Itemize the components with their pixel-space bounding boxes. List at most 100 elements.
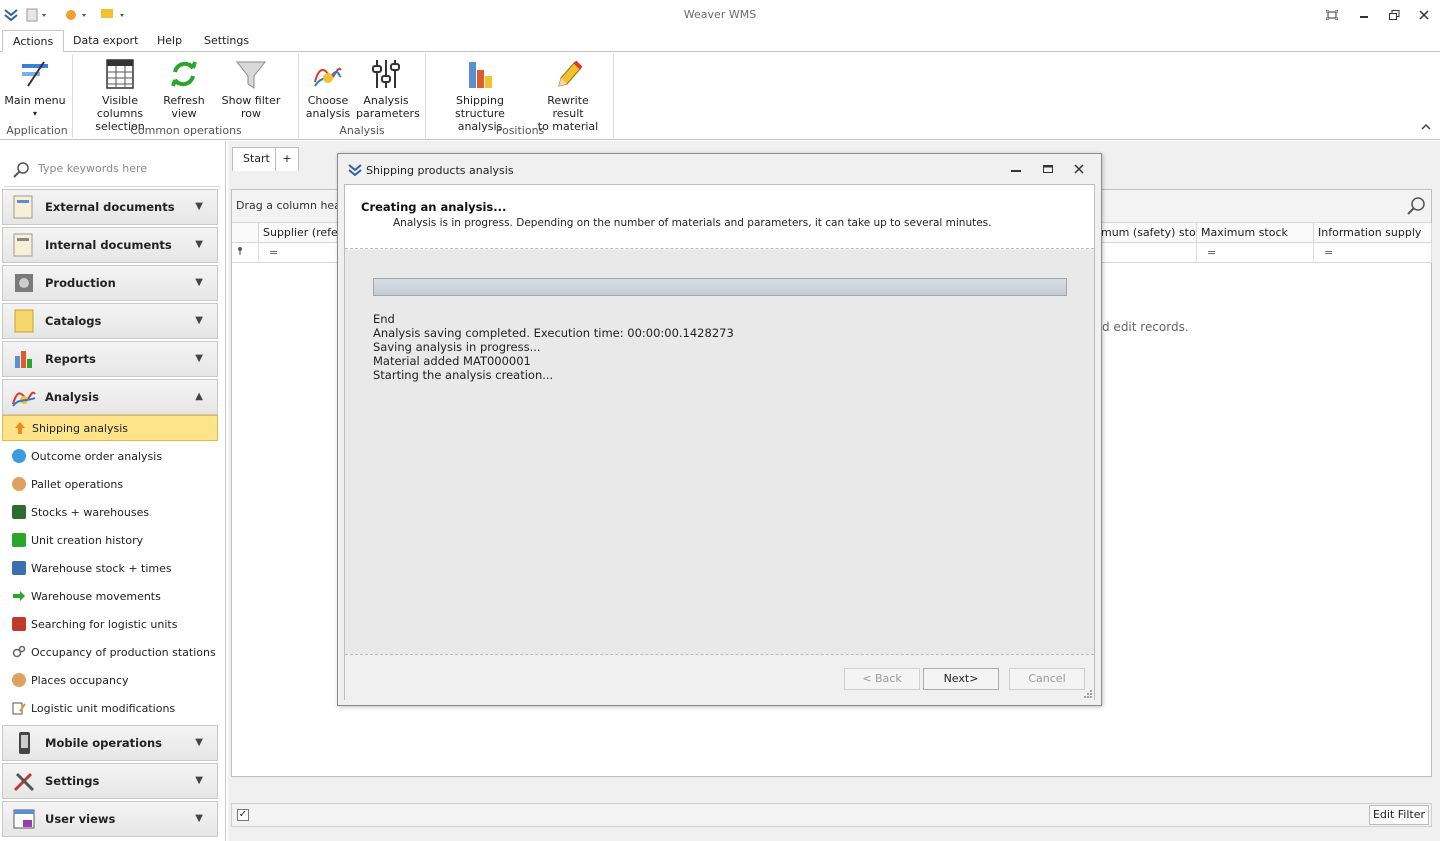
nav-item-pallet-operations[interactable]: Pallet operations — [2, 471, 218, 497]
chevron-down-icon: ▼ — [195, 813, 203, 824]
window-title: Weaver WMS — [683, 8, 757, 21]
nav-group-settings[interactable]: Settings ▼ — [2, 763, 218, 799]
edit-document-icon — [12, 701, 26, 715]
nav-item-shipping-analysis[interactable]: Shipping analysis — [2, 415, 218, 441]
filter-bar: ✓ Edit Filter — [231, 803, 1432, 827]
fullscreen-icon[interactable] — [1322, 6, 1342, 24]
nav-item-logistic-unit-modifications[interactable]: Logistic unit modifications — [2, 695, 218, 721]
choose-analysis-button[interactable]: Choose analysis — [304, 56, 352, 120]
truck-icon — [12, 505, 26, 519]
chevron-down-icon: ▼ — [195, 315, 203, 326]
progress-bar — [373, 278, 1067, 296]
chevron-up-icon: ▲ — [195, 391, 203, 402]
nav-search[interactable]: Type keywords here — [4, 147, 220, 187]
add-tab-button[interactable]: + — [275, 147, 299, 171]
arrow-right-icon — [12, 589, 26, 603]
analysis-parameters-button[interactable]: Analysis parameters — [356, 56, 420, 120]
wizard-heading: Creating an analysis... — [361, 200, 507, 214]
nav-item-occupancy-production-stations[interactable]: Occupancy of production stations — [2, 639, 218, 665]
nav-group-catalogs[interactable]: Catalogs ▼ — [2, 303, 218, 339]
history-icon — [12, 533, 26, 547]
edit-filter-button[interactable]: Edit Filter — [1368, 805, 1429, 825]
tab-data-export[interactable]: Data export — [63, 30, 148, 52]
refresh-icon — [167, 56, 201, 92]
nav-group-mobile-operations[interactable]: Mobile operations ▼ — [2, 725, 218, 761]
tab-start[interactable]: Start — [232, 147, 281, 171]
nav-item-warehouse-movements[interactable]: Warehouse movements — [2, 583, 218, 609]
resize-grip-icon[interactable] — [1083, 689, 1093, 699]
shipping-structure-analysis-button[interactable]: Shipping structure analysis — [434, 56, 526, 133]
group-label-common-operations: Common operations — [130, 124, 242, 137]
nav-item-unit-creation-history[interactable]: Unit creation history — [2, 527, 218, 553]
close-icon[interactable] — [1414, 6, 1434, 24]
chevron-down-icon: ▼ — [195, 277, 203, 288]
gauge-icon — [12, 449, 26, 463]
arrow-up-icon — [13, 421, 27, 435]
back-button[interactable]: < Back — [844, 668, 920, 690]
minimize-icon[interactable] — [1354, 6, 1374, 24]
nav-group-user-views[interactable]: User views ▼ — [2, 801, 218, 837]
minimize-icon[interactable] — [1010, 164, 1022, 177]
sliders-icon — [369, 56, 403, 92]
filter-cell-information-supply[interactable]: = — [1314, 243, 1432, 263]
tab-help[interactable]: Help — [147, 30, 192, 52]
search-icon — [13, 162, 29, 178]
search-icon[interactable] — [1406, 196, 1426, 216]
nav-item-warehouse-stock-times[interactable]: Warehouse stock + times — [2, 555, 218, 581]
app-logo-icon — [348, 164, 362, 177]
visible-columns-button[interactable]: Visible columns selection — [82, 56, 158, 133]
maximize-icon[interactable] — [1042, 164, 1054, 177]
ribbon: Main menu ▾ Visible columns selection Re… — [0, 52, 1440, 140]
cancel-button[interactable]: Cancel — [1009, 668, 1085, 690]
group-separator — [298, 54, 299, 138]
column-header-information-supply[interactable]: Information supply — [1314, 223, 1432, 243]
rewrite-result-button[interactable]: Rewrite result to material — [530, 56, 606, 133]
nav-item-outcome-order-analysis[interactable]: Outcome order analysis — [2, 443, 218, 469]
nav-group-reports[interactable]: Reports ▼ — [2, 341, 218, 377]
documents-icon — [11, 232, 37, 258]
columns-table-icon — [103, 56, 137, 92]
mobile-icon — [11, 730, 37, 756]
restore-icon[interactable] — [1384, 6, 1404, 24]
nav-group-external-documents[interactable]: External documents ▼ — [2, 189, 218, 225]
pencil-icon — [551, 56, 585, 92]
wizard-body: End Analysis saving completed. Execution… — [345, 250, 1094, 654]
filter-cell-minimum-stock[interactable] — [1097, 243, 1197, 263]
tab-settings[interactable]: Settings — [194, 30, 259, 52]
filter-cell-supplier[interactable]: = — [259, 243, 341, 263]
nav-item-places-occupancy[interactable]: Places occupancy — [2, 667, 218, 693]
log-line: Saving analysis in progress... — [373, 340, 541, 354]
pallet-icon — [12, 477, 26, 491]
shipping-analysis-dialog: Shipping products analysis Creating an a… — [337, 153, 1102, 706]
main-menu-button[interactable]: Main menu ▾ — [4, 56, 66, 120]
column-header-supplier[interactable]: Supplier (refere — [259, 223, 341, 243]
bar-chart-icon — [463, 56, 497, 92]
nav-item-searching-logistic-units[interactable]: Searching for logistic units — [2, 611, 218, 637]
next-button[interactable]: Next> — [923, 668, 999, 690]
places-icon — [12, 673, 26, 687]
wizard-description: Analysis is in progress. Depending on th… — [393, 217, 992, 229]
collapse-ribbon-icon[interactable] — [1420, 122, 1432, 135]
wizard-header: Creating an analysis... Analysis is in p… — [345, 185, 1094, 249]
refresh-view-button[interactable]: Refresh view — [162, 56, 206, 120]
title-bar: Weaver WMS — [0, 0, 1440, 30]
filter-enabled-checkbox[interactable]: ✓ — [237, 809, 249, 821]
group-label-application: Application — [6, 124, 68, 137]
tab-actions[interactable]: Actions — [2, 30, 65, 53]
filter-cell-maximum-stock[interactable]: = — [1197, 243, 1314, 263]
log-line: End — [373, 312, 395, 326]
production-icon — [11, 270, 37, 296]
nav-group-analysis[interactable]: Analysis ▲ — [2, 379, 218, 415]
column-header-minimum-stock[interactable]: mum (safety) sto... — [1097, 223, 1197, 243]
nav-group-internal-documents[interactable]: Internal documents ▼ — [2, 227, 218, 263]
show-filter-row-button[interactable]: Show filter row — [212, 56, 290, 120]
catalog-icon — [11, 308, 37, 334]
search-placeholder: Type keywords here — [38, 162, 148, 175]
column-header-maximum-stock[interactable]: Maximum stock — [1197, 223, 1314, 243]
ribbon-tabs: Actions Data export Help Settings — [0, 30, 1440, 53]
nav-item-stocks-warehouses[interactable]: Stocks + warehouses — [2, 499, 218, 525]
row-indicator-header — [232, 223, 259, 243]
close-icon[interactable] — [1074, 164, 1084, 177]
nav-group-production[interactable]: Production ▼ — [2, 265, 218, 301]
chevron-down-icon: ▼ — [195, 775, 203, 786]
